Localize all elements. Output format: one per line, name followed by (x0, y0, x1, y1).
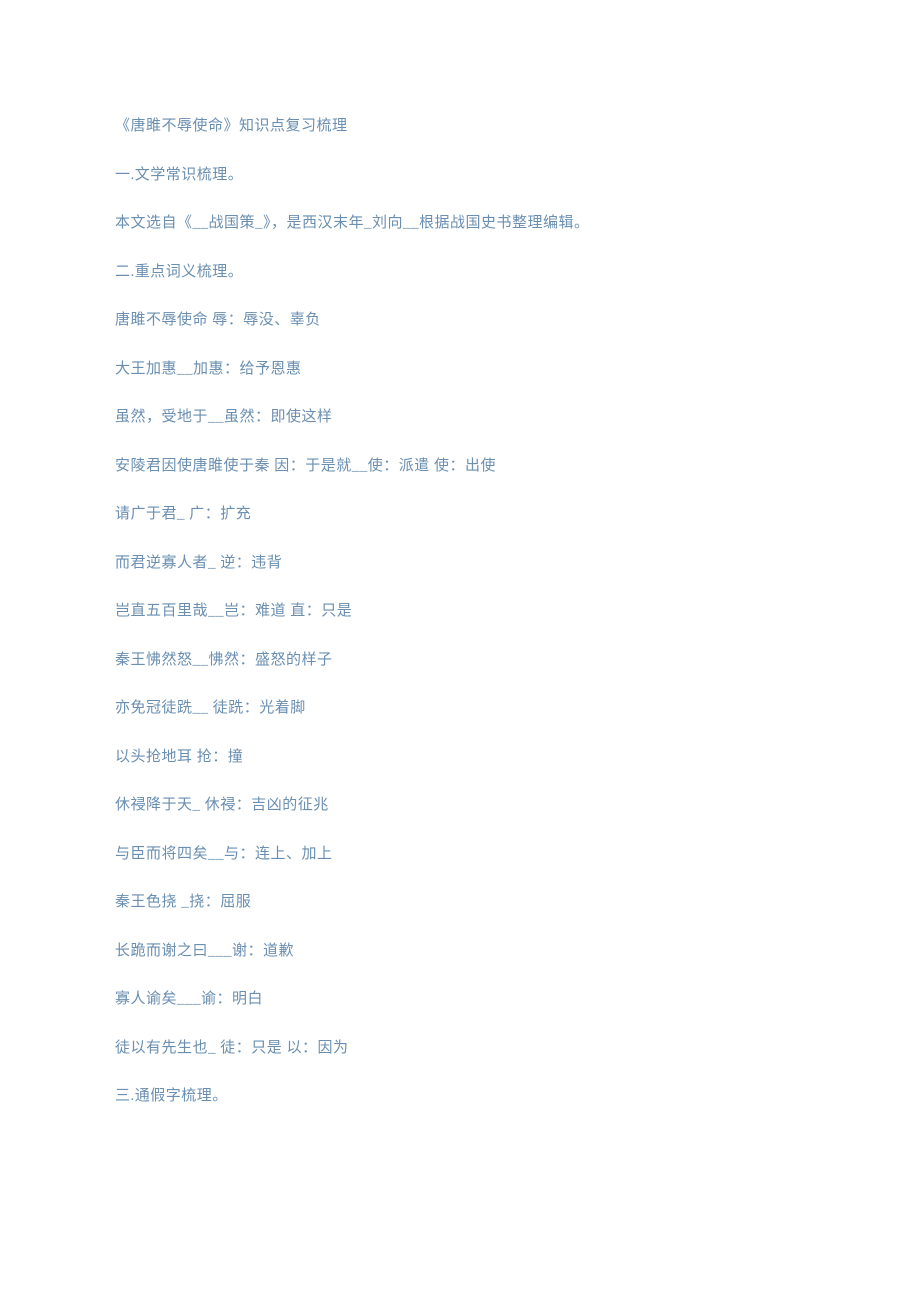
body-line: 本文选自《__战国策_》，是西汉末年_刘向__根据战国史书整理编辑。 (115, 212, 805, 235)
body-line: 大王加惠__加惠：给予恩惠 (115, 358, 805, 381)
body-line: 以头抢地耳 抢：撞 (115, 746, 805, 769)
body-line: 长跪而谢之曰___谢：道歉 (115, 940, 805, 963)
body-line: 岂直五百里哉__岂：难道 直：只是 (115, 600, 805, 623)
body-line: 唐雎不辱使命 辱：辱没、辜负 (115, 309, 805, 332)
body-line: 请广于君_ 广：扩充 (115, 503, 805, 526)
body-line: 秦王怫然怒__怫然：盛怒的样子 (115, 649, 805, 672)
body-line: 而君逆寡人者_ 逆：违背 (115, 552, 805, 575)
section-heading: 三.通假字梳理。 (115, 1085, 805, 1108)
doc-title: 《唐雎不辱使命》知识点复习梳理 (115, 115, 805, 138)
body-line: 徒以有先生也_ 徒：只是 以：因为 (115, 1037, 805, 1060)
body-line: 休祲降于天_ 休祲：吉凶的征兆 (115, 794, 805, 817)
body-line: 安陵君因使唐雎使于秦 因：于是就__使：派遣 使：出使 (115, 455, 805, 478)
body-line: 亦免冠徒跣__ 徒跣：光着脚 (115, 697, 805, 720)
body-line: 虽然，受地于__虽然：即使这样 (115, 406, 805, 429)
body-line: 与臣而将四矣__与：连上、加上 (115, 843, 805, 866)
section-heading: 一.文学常识梳理。 (115, 164, 805, 187)
body-line: 秦王色挠 _挠：屈服 (115, 891, 805, 914)
section-heading: 二.重点词义梳理。 (115, 261, 805, 284)
body-line: 寡人谕矣___谕：明白 (115, 988, 805, 1011)
